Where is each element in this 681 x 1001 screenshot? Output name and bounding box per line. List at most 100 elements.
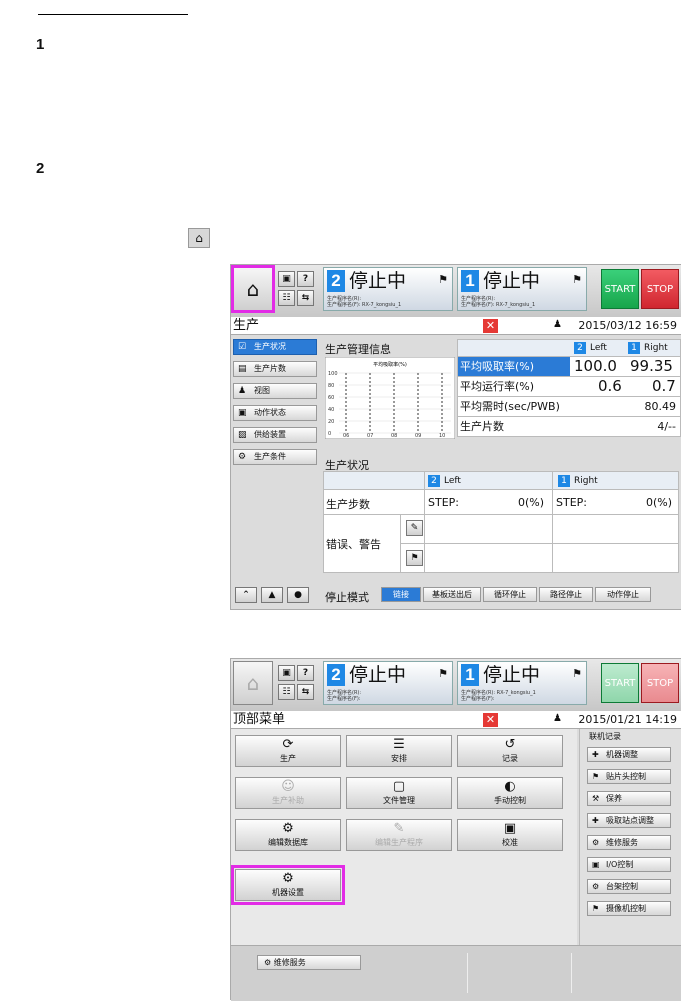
sidebar-item-view[interactable]: ♟ 视图 bbox=[233, 383, 317, 399]
conveyor-icon[interactable]: ⇆ bbox=[297, 684, 314, 700]
machine-icon: ⚑ bbox=[438, 667, 448, 680]
pickup-icon: ✚ bbox=[592, 816, 599, 825]
collapse-icon[interactable]: ⌃ bbox=[235, 587, 257, 603]
right-maintenance[interactable]: ⚒ 保养 bbox=[587, 791, 671, 806]
sidebar-item-action[interactable]: ▣ 动作状态 bbox=[233, 405, 317, 421]
status-table: 2 Left 1 Right 生产步数 STEP: 0(%) STEP: 0(%) … bbox=[323, 471, 679, 573]
help-icon[interactable]: ? bbox=[297, 271, 314, 287]
menu-schedule[interactable]: ☰ 安排 bbox=[346, 735, 452, 767]
menu-production-assist[interactable]: ☺ 生产补助 bbox=[235, 777, 341, 809]
warning-list-icon[interactable]: ⚑ bbox=[406, 550, 423, 566]
error-icon[interactable]: ✎ bbox=[406, 520, 423, 536]
x-tick: 07 bbox=[367, 433, 373, 439]
step-number-2: 2 bbox=[36, 160, 45, 177]
lane-2-status: 2 停止中 ⚑ 生产程序名(R): 生产程序名(F): bbox=[323, 661, 453, 705]
conveyor-icon[interactable]: ⇆ bbox=[297, 290, 314, 306]
help-icon[interactable]: ? bbox=[297, 665, 314, 681]
stop-mode-after-board[interactable]: 基板送出后 bbox=[423, 587, 481, 602]
stop-button[interactable]: STOP bbox=[641, 269, 679, 309]
right-service[interactable]: ⚙ 维修服务 bbox=[587, 835, 671, 850]
right-camera-control[interactable]: ⚑ 摄像机控制 bbox=[587, 901, 671, 916]
menu-manual-control[interactable]: ◐ 手动控制 bbox=[457, 777, 563, 809]
right-io-control[interactable]: ▣ I/O控制 bbox=[587, 857, 671, 872]
info-icon[interactable]: ● bbox=[287, 587, 309, 603]
maintenance-icon: ⚒ bbox=[592, 794, 600, 803]
home-button[interactable]: ⌂ bbox=[231, 265, 275, 313]
stop-mode-link[interactable]: 链接 bbox=[381, 587, 421, 602]
start-button[interactable]: START bbox=[601, 663, 639, 703]
datetime: 2015/01/21 14:19 bbox=[578, 713, 677, 726]
top-menu-screen: ⌂ ▣ ? ☷ ⇆ 2 停止中 ⚑ 生产程序名(R): 生产程序名(F): 1 停… bbox=[230, 658, 681, 1001]
menu-record[interactable]: ↺ 记录 bbox=[457, 735, 563, 767]
y-tick: 80 bbox=[328, 383, 334, 389]
warning-icon[interactable]: ▲ bbox=[261, 587, 283, 603]
bottom-service-button[interactable]: ⚙ 维修服务 bbox=[257, 955, 361, 970]
stop-mode-path[interactable]: 路径停止 bbox=[539, 587, 593, 602]
machine-icon: ⚑ bbox=[572, 667, 582, 680]
menu-edit-program[interactable]: ✎ 编辑生产程序 bbox=[346, 819, 452, 851]
file-icon: ▢ bbox=[392, 779, 406, 794]
menu-calibration[interactable]: ▣ 校准 bbox=[457, 819, 563, 851]
header-rule bbox=[38, 14, 188, 15]
stop-mode-cycle[interactable]: 循环停止 bbox=[483, 587, 537, 602]
sidebar-item-conditions[interactable]: ⚙ 生产条件 bbox=[233, 449, 317, 465]
manual-icon: ◐ bbox=[504, 779, 516, 794]
action-icon: ▣ bbox=[238, 408, 247, 418]
close-icon[interactable]: ✕ bbox=[483, 713, 498, 727]
edit-icon: ✎ bbox=[393, 821, 405, 836]
sidebar-item-status[interactable]: ☑ 生产状况 bbox=[233, 339, 317, 355]
user-icon: ♟ bbox=[553, 713, 562, 724]
database-icon: ⚙ bbox=[282, 821, 294, 836]
sidebar-item-count[interactable]: ▤ 生产片数 bbox=[233, 361, 317, 377]
calibration-icon: ▣ bbox=[503, 821, 517, 836]
menu-production[interactable]: ⟳ 生产 bbox=[235, 735, 341, 767]
bottom-bar bbox=[231, 945, 681, 1001]
step-number-1: 1 bbox=[36, 36, 45, 53]
start-button[interactable]: START bbox=[601, 269, 639, 309]
right-panel-title: 联机记录 bbox=[589, 732, 621, 741]
person-icon: ♟ bbox=[238, 386, 247, 396]
operator-icon[interactable]: ☷ bbox=[278, 290, 295, 306]
panel-icon[interactable]: ▣ bbox=[278, 271, 295, 287]
operator-icon[interactable]: ☷ bbox=[278, 684, 295, 700]
machine-settings-icon: ⚙ bbox=[282, 871, 294, 886]
title-bar: 生产 ✕ ♟ 2015/03/12 16:59 bbox=[231, 317, 681, 335]
stat-right: 99.35 bbox=[630, 357, 673, 375]
top-bar: ⌂ ▣ ? ☷ ⇆ 2 停止中 ⚑ 生产程序名(R): 生产程序名(F): 1 停… bbox=[231, 659, 681, 711]
sidebar-item-feeder[interactable]: ▨ 供给装置 bbox=[233, 427, 317, 443]
stat-left: 100.0 bbox=[574, 357, 617, 375]
io-icon: ▣ bbox=[592, 860, 600, 869]
machine-icon: ⚑ bbox=[438, 273, 448, 286]
menu-file-manager[interactable]: ▢ 文件管理 bbox=[346, 777, 452, 809]
conditions-icon: ⚙ bbox=[238, 452, 247, 462]
home-button[interactable]: ⌂ bbox=[233, 661, 273, 705]
menu-machine-settings[interactable]: ⚙ 机器设置 bbox=[231, 865, 345, 905]
y-tick: 0 bbox=[328, 431, 331, 437]
right-pickup-adjust[interactable]: ✚ 吸取站点调整 bbox=[587, 813, 671, 828]
page-title: 生产 bbox=[233, 318, 260, 333]
stage-icon: ⚙ bbox=[592, 882, 600, 891]
machine-icon: ⚑ bbox=[572, 273, 582, 286]
head-icon: ⚑ bbox=[592, 772, 600, 781]
history-icon: ↺ bbox=[504, 737, 516, 752]
right-head-control[interactable]: ⚑ 贴片头控制 bbox=[587, 769, 671, 784]
panel-icon[interactable]: ▣ bbox=[278, 665, 295, 681]
close-icon[interactable]: ✕ bbox=[483, 319, 498, 333]
x-tick: 08 bbox=[391, 433, 397, 439]
lane-1-status: 1 停止中 ⚑ 生产程序名(R): 生产程序名(F): RX-7_kongsiu_… bbox=[457, 267, 587, 311]
y-tick: 20 bbox=[328, 419, 334, 425]
home-icon: ⌂ bbox=[188, 228, 210, 248]
x-tick: 10 bbox=[439, 433, 445, 439]
board-icon: ▤ bbox=[238, 364, 247, 374]
right-machine-adjust[interactable]: ✚ 机器调整 bbox=[587, 747, 671, 762]
x-tick: 09 bbox=[415, 433, 421, 439]
feeder-icon: ▨ bbox=[238, 430, 247, 440]
assist-icon: ☺ bbox=[281, 779, 295, 794]
right-stage-control[interactable]: ⚙ 台架控制 bbox=[587, 879, 671, 894]
y-tick: 60 bbox=[328, 395, 334, 401]
stop-button[interactable]: STOP bbox=[641, 663, 679, 703]
top-bar: ⌂ ▣ ? ☷ ⇆ 2 停止中 ⚑ 生产程序名(R): 生产程序名(F): RX-… bbox=[231, 265, 681, 317]
menu-edit-database[interactable]: ⚙ 编辑数据库 bbox=[235, 819, 341, 851]
stop-mode-action[interactable]: 动作停止 bbox=[595, 587, 651, 602]
page-title: 顶部菜单 bbox=[233, 712, 286, 727]
